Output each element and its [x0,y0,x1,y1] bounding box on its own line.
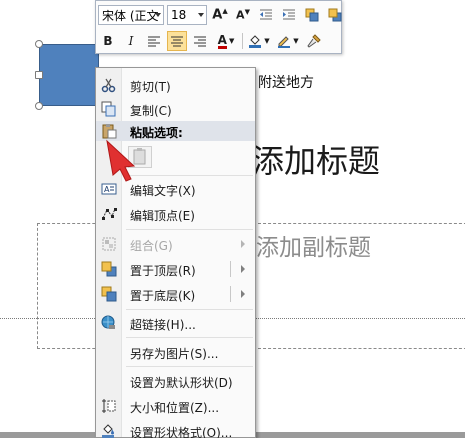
menu-item-copy[interactable]: 复制(C) [96,97,255,121]
font-size-value: 18 [171,8,187,22]
menu-separator [126,366,253,367]
send-backward-button[interactable] [325,5,345,25]
menu-item-save-as-picture[interactable]: 另存为图片(S)... [96,340,255,364]
shrink-font-icon: A▼ [236,8,250,22]
chevron-down-icon: ▼ [293,37,299,45]
bold-icon: B [103,34,113,48]
font-name-value: 宋体 (正文 [102,8,159,23]
menu-item-label: 组合(G) [130,239,173,253]
svg-text:A: A [104,185,110,194]
edit-text-icon: A [101,183,117,195]
outline-color-button[interactable]: ▼ [275,31,301,51]
menu-item-hyperlink[interactable]: 超链接(H)... [96,311,255,335]
menu-separator [126,229,253,230]
pencil-icon [278,36,291,48]
align-left-icon [148,36,160,46]
font-name-select[interactable]: 宋体 (正文 [98,5,164,25]
bring-forward-icon [305,8,319,22]
menu-item-edit-points[interactable]: 编辑顶点(E) [96,202,255,226]
menu-separator [126,309,253,310]
resize-handle-top-left[interactable] [35,40,43,48]
italic-button[interactable]: I [121,31,141,51]
hyperlink-icon [101,315,115,329]
menu-item-send-to-back[interactable]: 置于底层(K) [96,282,255,306]
copy-icon [101,101,116,117]
align-left-button[interactable] [144,31,164,51]
mini-toolbar-row-font: 宋体 (正文 18 A▲ A▼ [98,3,345,27]
font-color-icon: A [217,32,227,49]
chevron-down-icon: ▼ [228,37,235,45]
menu-item-label: 置于底层(K) [130,289,196,303]
toolbar-separator [242,33,243,49]
paint-bucket-icon [249,35,262,48]
chevron-down-icon [198,13,204,17]
send-to-back-icon [101,286,117,302]
resize-handle-left-middle[interactable] [35,71,43,79]
menu-item-label: 置于顶层(R) [130,264,196,278]
menu-item-cut[interactable]: 剪切(T) [96,73,255,97]
grow-font-button[interactable]: A▲ [210,5,230,25]
menu-item-set-default-shape[interactable]: 设置为默认形状(D) [96,369,255,393]
bring-forward-button[interactable] [302,5,322,25]
menu-item-bring-to-front[interactable]: 置于顶层(R) [96,257,255,281]
menu-item-label: 设置为默认形状(D) [130,376,233,390]
menu-item-format-shape[interactable]: 设置形状格式(O)... [96,419,255,438]
shrink-font-button[interactable]: A▼ [233,5,253,25]
format-shape-icon [102,424,114,438]
menu-item-label: 超链接(H)... [130,318,196,332]
align-center-icon [171,36,183,46]
align-right-button[interactable] [190,31,210,51]
menu-item-size-and-position[interactable]: 大小和位置(Z)... [96,394,255,418]
decrease-indent-icon [260,9,272,20]
shape-text: 附送地方 [258,75,314,91]
group-icon [102,237,116,251]
subtitle-placeholder-text[interactable]: 添加副标题 [256,228,371,262]
format-painter-button[interactable] [304,31,324,51]
submenu-separator [230,286,231,302]
bold-button[interactable]: B [98,31,118,51]
decrease-indent-button[interactable] [256,5,276,25]
chevron-down-icon [155,13,161,17]
menu-item-label: 剪切(T) [130,80,171,94]
submenu-arrow-icon[interactable] [241,290,245,298]
size-position-icon [102,399,116,413]
paste-icon [102,124,117,139]
chevron-down-icon: ▼ [264,37,270,45]
title-placeholder-text[interactable]: 添加标题 [252,136,380,182]
submenu-arrow-icon [241,240,245,248]
bring-to-front-icon [101,261,117,277]
edit-points-icon [102,208,117,220]
selected-shape[interactable] [39,44,99,106]
scissors-icon [101,78,116,93]
menu-item-label: 复制(C) [130,104,172,118]
increase-indent-button[interactable] [279,5,299,25]
send-backward-icon [328,8,342,22]
menu-item-label: 另存为图片(S)... [130,347,219,361]
menu-separator [126,337,253,338]
pointer-arrow-icon [106,139,136,182]
font-color-button[interactable]: A ▼ [213,31,239,51]
align-center-button[interactable] [167,31,187,51]
font-size-select[interactable]: 18 [167,5,207,25]
align-right-icon [194,36,206,46]
submenu-arrow-icon[interactable] [241,265,245,273]
menu-item-label: 编辑文字(X) [130,184,196,198]
increase-indent-icon [283,9,295,20]
menu-item-label: 编辑顶点(E) [130,209,195,223]
context-menu: 剪切(T) 复制(C) 粘贴选项: A 编辑文字(X) 编辑顶点(E) 组合(G… [95,67,256,438]
menu-item-label: 设置形状格式(O)... [130,426,233,438]
mini-toolbar-row-format: B I A ▼ ▼ ▼ [98,29,324,53]
menu-item-group[interactable]: 组合(G) [96,232,255,256]
italic-icon: I [128,34,134,48]
grow-font-icon: A▲ [212,7,228,23]
resize-handle-bottom-left[interactable] [35,102,43,110]
format-painter-icon [307,34,321,48]
mini-toolbar: 宋体 (正文 18 A▲ A▼ B I A ▼ ▼ ▼ [95,0,342,54]
fill-color-button[interactable]: ▼ [246,31,272,51]
menu-separator [126,175,253,176]
submenu-separator [230,261,231,277]
menu-item-label: 大小和位置(Z)... [130,401,220,415]
